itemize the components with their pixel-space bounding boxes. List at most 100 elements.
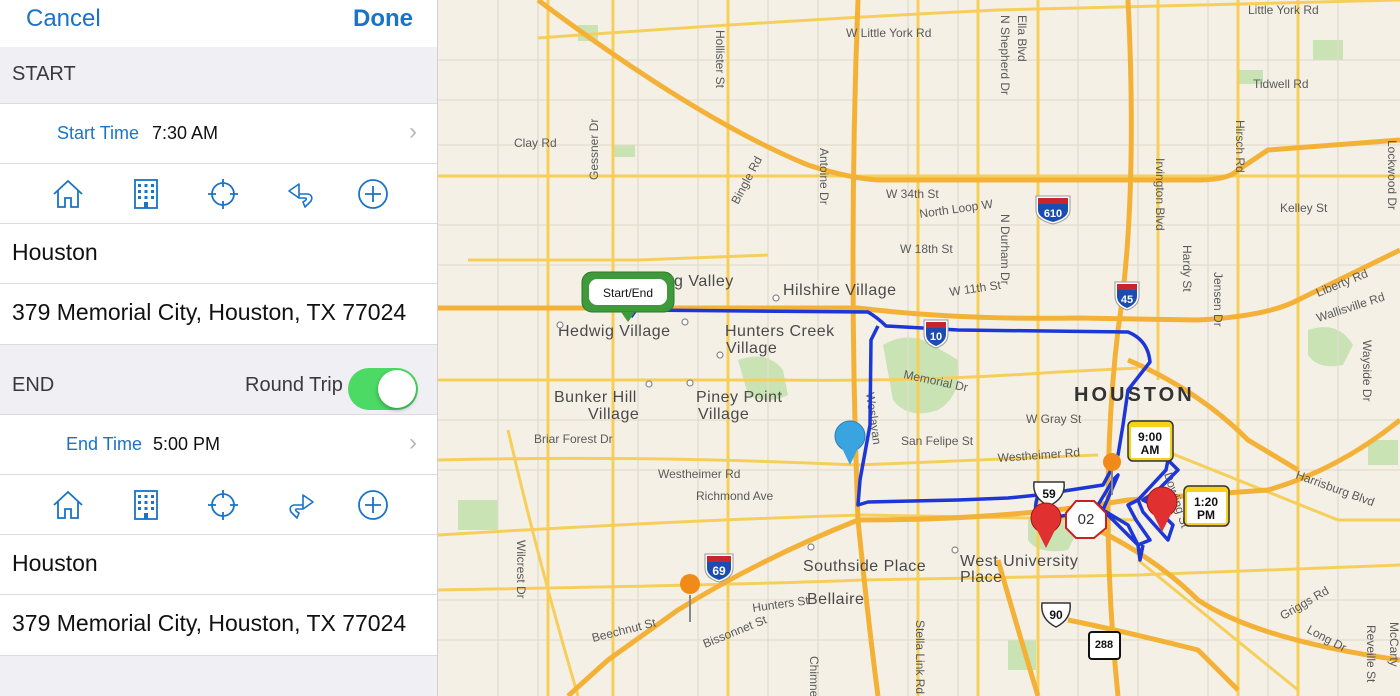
street-label: Wilcrest Dr: [514, 540, 528, 599]
building-icon[interactable]: [128, 176, 164, 212]
start-address: 379 Memorial City, Houston, TX 77024: [12, 299, 407, 325]
shield-i45: 45: [1114, 281, 1140, 311]
stop-time-callout-1[interactable]: 9:00 AM: [1127, 420, 1174, 462]
street-label: Bingle Rd: [728, 154, 765, 207]
street-label: Liberty Rd: [1314, 266, 1370, 299]
place-label: Place: [960, 569, 1003, 586]
end-time-row[interactable]: End Time 5:00 PM ›: [0, 414, 437, 474]
place-label: West University: [960, 553, 1078, 570]
forward-arrow-icon[interactable]: [283, 487, 319, 523]
start-location-type-row: [0, 163, 437, 223]
shield-i10: 10: [923, 319, 949, 349]
street-label: Harrisburg Blvd: [1294, 468, 1377, 509]
svg-text:288: 288: [1095, 639, 1113, 651]
route-settings-panel: Cancel Done START Start Time 7:30 AM › H…: [0, 0, 438, 696]
street-label: Little York Rd: [1248, 3, 1319, 17]
street-label: Stella Link Rd: [913, 620, 927, 694]
end-time-value: 5:00 PM: [153, 434, 221, 454]
street-label: N Shepherd Dr: [998, 15, 1012, 95]
street-label: Antoine Dr: [817, 148, 831, 205]
svg-text:Start/End: Start/End: [603, 286, 653, 300]
toggle-knob: [378, 370, 416, 408]
street-label: Bissonnet St: [701, 612, 769, 650]
home-icon[interactable]: [50, 487, 86, 523]
end-location-type-row: [0, 474, 437, 534]
start-end-callout[interactable]: Start/End: [581, 271, 675, 322]
street-label: Griggs Rd: [1278, 583, 1332, 622]
shield-i69: 69: [704, 553, 734, 583]
return-arrow-icon[interactable]: [283, 176, 319, 212]
street-label: San Felipe St: [901, 434, 974, 448]
done-button[interactable]: Done: [353, 5, 413, 33]
blue-location-pin[interactable]: [834, 420, 866, 465]
place-label: Piney Point: [696, 389, 782, 406]
start-time-value: 7:30 AM: [152, 123, 219, 143]
svg-text:02: 02: [1078, 511, 1095, 528]
shield-i610: 610: [1035, 195, 1071, 225]
street-label: Ella Blvd: [1015, 15, 1029, 62]
place-label: Village: [726, 340, 777, 357]
svg-text:90: 90: [1049, 608, 1063, 622]
street-label: Jensen Dr: [1211, 272, 1225, 327]
place-label: Hunters Creek: [725, 323, 835, 340]
add-icon[interactable]: [355, 487, 391, 523]
svg-text:59: 59: [1042, 487, 1056, 501]
stop-number-badge: 02: [1065, 500, 1107, 539]
svg-text:610: 610: [1044, 208, 1062, 220]
chevron-right-icon: ›: [409, 118, 417, 145]
place-label: Hilshire Village: [783, 282, 897, 299]
street-label: Hunters St: [751, 593, 810, 615]
street-label: Hollister St: [713, 30, 727, 89]
street-label: N Durham Dr: [998, 214, 1012, 285]
street-label: Kelley St: [1280, 201, 1328, 215]
street-label: Wayside Dr: [1360, 340, 1374, 402]
street-label: Chimney: [807, 656, 821, 696]
place-label: Southside Place: [803, 558, 926, 575]
street-label: Westheimer Rd: [997, 445, 1080, 465]
chevron-right-icon: ›: [409, 429, 417, 456]
street-label: W 34th St: [886, 187, 939, 201]
street-label: W Little York Rd: [846, 26, 931, 40]
street-label: Long Dr: [1305, 622, 1349, 654]
building-icon[interactable]: [128, 487, 164, 523]
street-label: Richmond Ave: [696, 489, 773, 503]
start-city-row[interactable]: Houston: [0, 223, 437, 283]
end-city-row[interactable]: Houston: [0, 534, 437, 594]
street-label: Gessner Dr: [587, 119, 601, 180]
street-label: Hardy St: [1180, 245, 1194, 292]
street-label: Tidwell Rd: [1253, 77, 1309, 91]
street-label: McCarty: [1387, 622, 1400, 667]
street-label: Westheimer Rd: [658, 467, 740, 481]
end-header-label: END: [12, 374, 55, 396]
end-time-label: End Time: [66, 434, 143, 454]
street-label: Reveille St: [1364, 625, 1378, 683]
round-trip-toggle[interactable]: [348, 368, 418, 410]
crosshair-icon[interactable]: [205, 176, 241, 212]
route-map[interactable]: W Little York Rd Little York Rd Tidwell …: [438, 0, 1400, 696]
cancel-button[interactable]: Cancel: [26, 5, 101, 33]
crosshair-icon[interactable]: [205, 487, 241, 523]
street-label: Clay Rd: [514, 136, 557, 150]
city-label: HOUSTON: [1074, 384, 1195, 406]
shield-us90: 90: [1041, 602, 1071, 628]
stop-time-callout-2[interactable]: 1:20 PM: [1183, 485, 1230, 527]
map-canvas[interactable]: W Little York Rd Little York Rd Tidwell …: [438, 0, 1400, 696]
add-icon[interactable]: [355, 176, 391, 212]
end-address-row[interactable]: 379 Memorial City, Houston, TX 77024: [0, 594, 437, 656]
svg-text:45: 45: [1121, 294, 1133, 306]
home-icon[interactable]: [50, 176, 86, 212]
nav-bar: Cancel Done: [0, 0, 437, 47]
arterial-roads: [438, 0, 1400, 696]
start-time-row[interactable]: Start Time 7:30 AM ›: [0, 103, 437, 163]
svg-text:10: 10: [930, 331, 942, 343]
round-trip-label: Round Trip: [245, 374, 343, 396]
street-label: Irvington Blvd: [1153, 158, 1167, 231]
street-label: Hirsch Rd: [1233, 120, 1247, 173]
place-label: Bellaire: [807, 591, 864, 608]
stop-time-text: 9:00 AM: [1138, 430, 1162, 457]
place-label: Village: [698, 406, 749, 423]
stop-time-text: 1:20 PM: [1194, 495, 1218, 522]
start-address-row[interactable]: 379 Memorial City, Houston, TX 77024: [0, 283, 437, 345]
start-header-label: START: [12, 63, 76, 85]
street-label: W 11th St: [948, 278, 1002, 299]
